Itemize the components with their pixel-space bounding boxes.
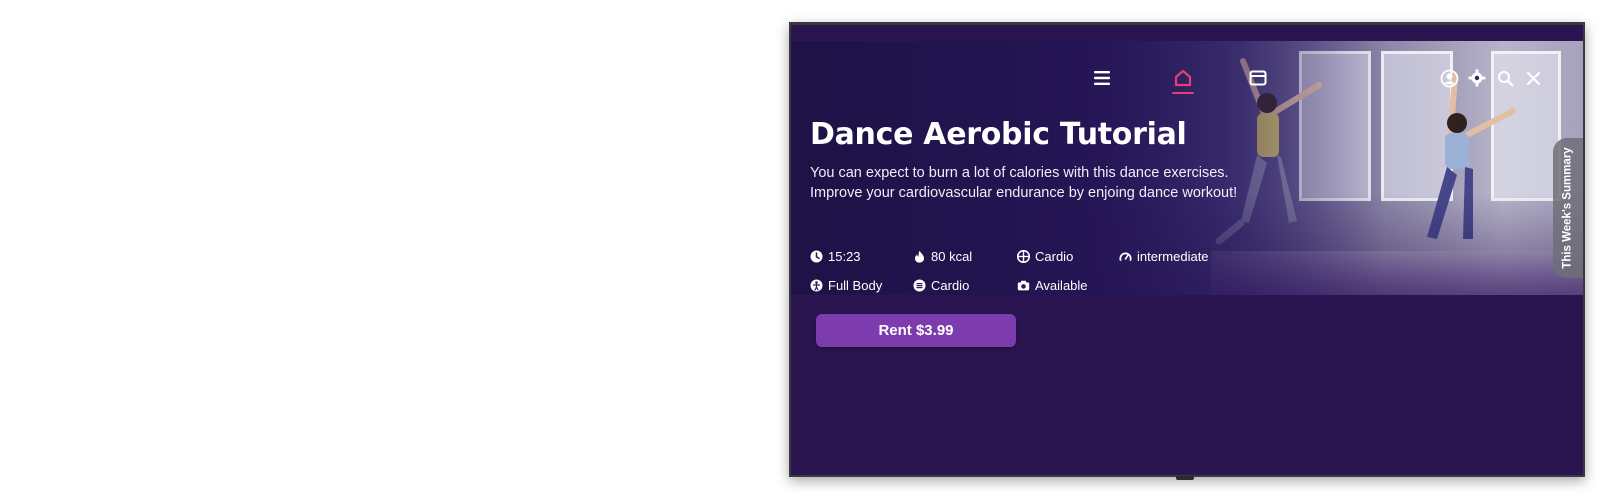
meta-calories: 80 kcal xyxy=(913,249,972,264)
tv-screen: Dance Aerobic Tutorial You can expect to… xyxy=(789,22,1585,477)
weekly-summary-tab[interactable]: This Week's Summary xyxy=(1553,138,1583,278)
clock-icon xyxy=(810,250,823,263)
description-line: Improve your cardiovascular endurance by… xyxy=(810,185,1238,201)
weekly-summary-label: This Week's Summary xyxy=(1562,147,1575,269)
meta-type-label: Cardio xyxy=(931,278,970,293)
meta-level: intermediate xyxy=(1119,249,1209,264)
active-tab-indicator xyxy=(1172,92,1194,94)
video-description: You can expect to burn a lot of calories… xyxy=(810,163,1250,203)
close-icon[interactable] xyxy=(1522,67,1544,89)
ball-icon xyxy=(1017,250,1030,263)
meta-calories-label: 80 kcal xyxy=(931,249,973,264)
meta-camera: Available xyxy=(1017,278,1088,293)
meta-target-label: Full Body xyxy=(828,278,883,293)
meta-category: Cardio xyxy=(1017,249,1073,264)
list-icon xyxy=(913,279,926,292)
meta-camera-label: Available xyxy=(1035,278,1088,293)
settings-icon[interactable] xyxy=(1466,67,1488,89)
description-line: You can expect to burn a lot of calories… xyxy=(810,165,1229,181)
meta-type: Cardio xyxy=(913,278,969,293)
meta-duration: 15:23 xyxy=(810,249,861,264)
camera-icon xyxy=(1017,279,1030,292)
body-icon xyxy=(810,279,823,292)
hero-banner: Dance Aerobic Tutorial You can expect to… xyxy=(791,41,1583,295)
video-title: Dance Aerobic Tutorial xyxy=(810,117,1187,152)
gauge-icon xyxy=(1119,250,1132,263)
flame-icon xyxy=(913,250,926,263)
tv-stand xyxy=(1176,476,1194,480)
rent-button[interactable]: Rent $3.99 xyxy=(816,314,1016,347)
menu-icon[interactable] xyxy=(1091,67,1113,89)
meta-target: Full Body xyxy=(810,278,882,293)
meta-level-label: intermediate xyxy=(1137,249,1209,264)
search-icon[interactable] xyxy=(1494,67,1516,89)
home-icon[interactable] xyxy=(1172,67,1194,89)
profile-icon[interactable] xyxy=(1438,67,1460,89)
calendar-icon[interactable] xyxy=(1247,67,1269,89)
meta-category-label: Cardio xyxy=(1035,249,1074,264)
meta-duration-label: 15:23 xyxy=(828,249,861,264)
top-strip xyxy=(791,25,1583,41)
